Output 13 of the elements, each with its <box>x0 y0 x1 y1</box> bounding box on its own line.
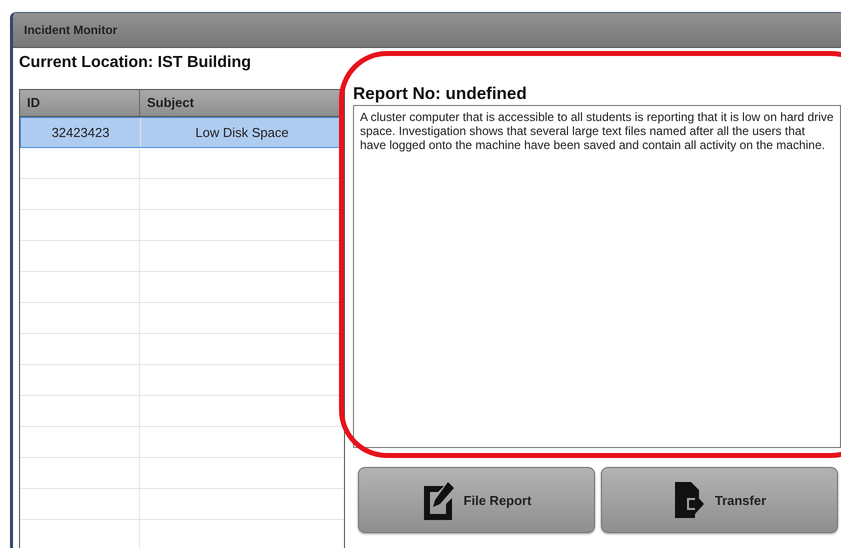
table-cell: 32423423 <box>21 118 141 147</box>
action-button[interactable]: File Report <box>358 467 595 533</box>
table-cell-text: Low Disk Space <box>194 124 290 142</box>
report-text-area[interactable] <box>353 105 841 448</box>
window-title: Incident Monitor <box>24 23 118 37</box>
document-arrow-icon <box>672 480 705 520</box>
document-pencil-icon <box>422 480 454 520</box>
column-header[interactable]: ID <box>20 90 140 116</box>
column-header[interactable]: Subject <box>140 90 344 116</box>
location-label: Current Location: IST Building <box>19 53 252 73</box>
report-title: Report No: undefined <box>353 83 528 105</box>
action-button[interactable]: Transfer <box>601 467 838 533</box>
report-description: A cluster computer that is accessible to all students is reporting that it is low on hard drive space. Investigation shows that several large text files named after all the users that have logged onto the machine have been saved and contain all activity on the machine. <box>360 110 834 152</box>
